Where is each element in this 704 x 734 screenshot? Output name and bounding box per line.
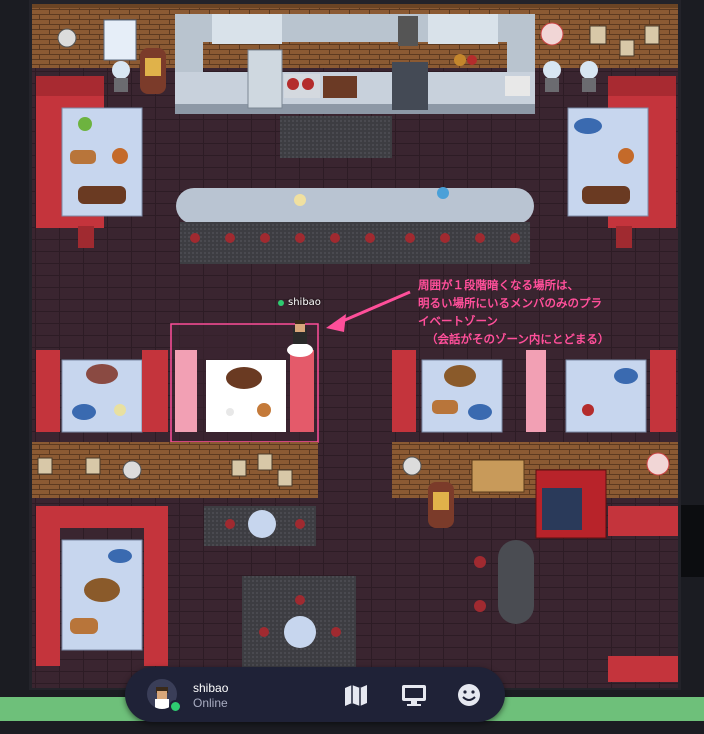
- annotation-line: （会話がそのゾーン内にとどまる）: [426, 332, 610, 346]
- annotation-line: イベートゾーン: [418, 314, 498, 328]
- player-name-tag: shibao: [278, 297, 321, 308]
- emoji-button[interactable]: [454, 680, 484, 710]
- map-button[interactable]: [341, 680, 371, 710]
- user-status: Online: [193, 696, 228, 710]
- wall-clock: [57, 28, 77, 48]
- bar-counter: [176, 187, 534, 264]
- map-icon: [345, 685, 367, 706]
- online-dot-icon: [278, 299, 284, 306]
- annotation-line: 明るい場所にいるメンバのみのプラ: [418, 296, 602, 310]
- online-status-icon: [169, 700, 182, 713]
- sofa-right: [608, 506, 678, 536]
- round-table: [248, 510, 276, 538]
- annotation-line: 周囲が１段階暗くなる場所は、: [418, 278, 579, 292]
- screen-share-button[interactable]: [399, 680, 429, 710]
- punching-bag: [498, 540, 534, 624]
- user-name: shibao: [193, 681, 229, 695]
- kitchen-rug: [280, 116, 392, 158]
- bottom-toolbar: shibao Online: [125, 667, 505, 722]
- booth-middle-right: [392, 350, 676, 433]
- game-map[interactable]: [0, 0, 704, 734]
- bulletin-board: [471, 459, 525, 493]
- calendar: [103, 19, 137, 61]
- wall-clock-right: [540, 22, 564, 46]
- booth-middle-left: [36, 350, 168, 433]
- brick-wall-left: [32, 442, 318, 498]
- sofa-right-bottom: [608, 656, 678, 682]
- round-table-center: [284, 616, 316, 648]
- emoji-icon: [458, 684, 480, 706]
- screen-share-icon: [402, 685, 426, 706]
- player-name: shibao: [288, 297, 321, 308]
- annotation-text: 周囲が１段階暗くなる場所は、 明るい場所にいるメンバのみのプラ イベートゾーン …: [418, 276, 618, 348]
